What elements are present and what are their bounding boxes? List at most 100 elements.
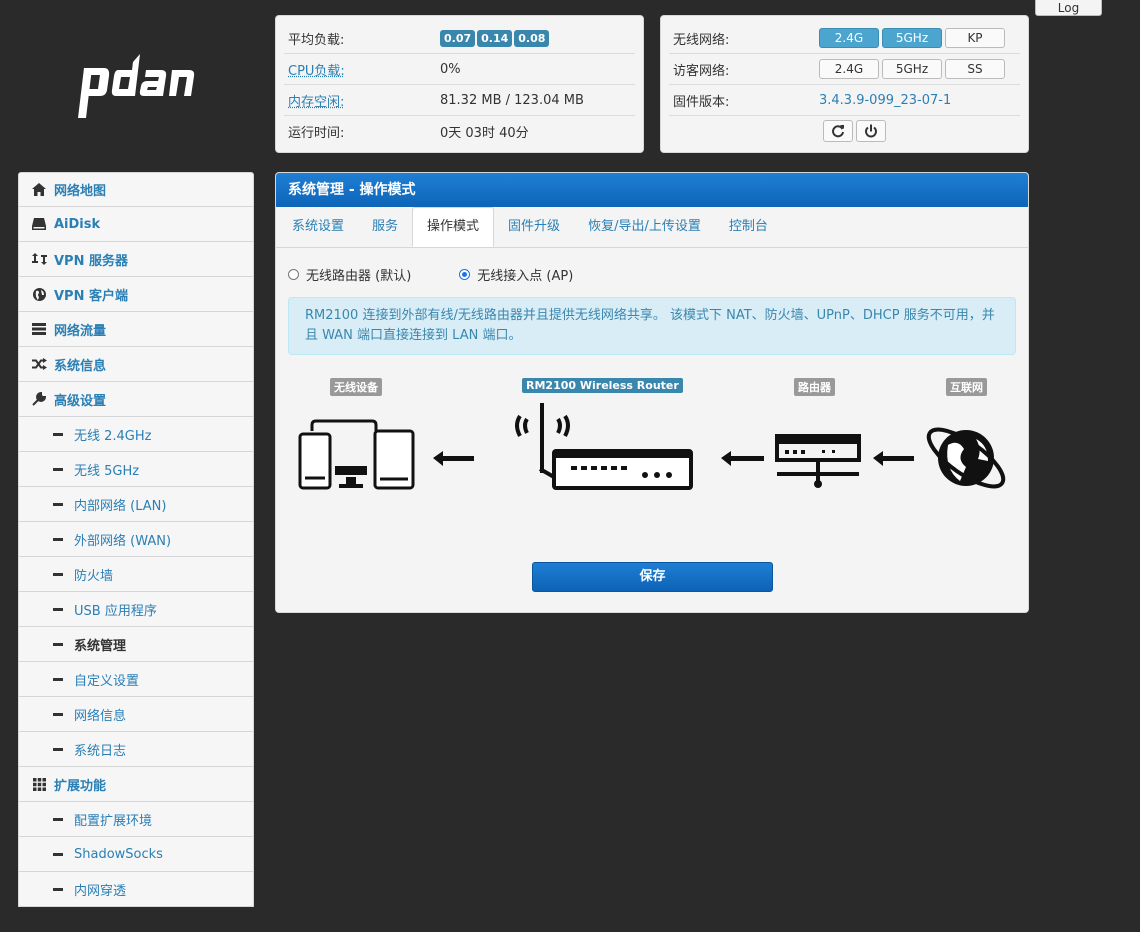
sidebar-subitem-wireless-5g[interactable]: 无线 5GHz [18,452,254,487]
wireless-row: 无线网络: 2.4G 5GHz KP [669,23,1020,54]
cpu-load-value: 0% [440,61,461,77]
tab-operation-mode[interactable]: 操作模式 [412,207,495,247]
firmware-version-link[interactable]: 3.4.3.9-099_23-07-1 [819,93,951,108]
sidebar-subitem-label: 无线 5GHz [74,463,140,479]
sidebar-subitem-wireless-24g[interactable]: 无线 2.4GHz [18,417,254,452]
cpu-load-link[interactable]: CPU负载: [284,60,440,79]
sidebar-subitem-label: 系统日志 [74,743,127,759]
tasks-icon [31,322,47,336]
guest-row: 访客网络: 2.4G 5GHz SS [669,54,1020,85]
action-row [669,116,1020,146]
sidebar-subitem-label: USB 应用程序 [74,603,157,619]
sidebar-item-aidisk[interactable]: AiDisk [18,207,254,242]
dash-icon [53,642,63,646]
sidebar-item-system-info[interactable]: 系统信息 [18,347,254,382]
memory-row: 内存空闲: 81.32 MB / 123.04 MB [284,85,635,116]
sidebar-item-label: 网络地图 [54,184,107,199]
internet-globe-icon [926,427,1006,489]
power-icon [865,124,877,137]
log-button[interactable]: Log [1035,0,1102,16]
sidebar-item-vpn-server[interactable]: VPN 服务器 [18,242,254,277]
uptime-value: 0天 03时 40分 [440,125,529,141]
sidebar-subitem-firewall[interactable]: 防火墙 [18,557,254,592]
mode-router-option[interactable]: 无线路由器 (默认) [288,265,411,284]
sidebar-item-vpn-client[interactable]: VPN 客户端 [18,277,254,312]
sidebar-subitem-label: 内部网络 (LAN) [74,498,167,514]
wireless-label: 无线网络: [673,32,730,48]
th-icon [31,777,47,791]
sidebar-subitem-label: 配置扩展环境 [74,813,153,829]
sidebar-subitem-usb-apps[interactable]: USB 应用程序 [18,592,254,627]
sidebar-subitem-system-log[interactable]: 系统日志 [18,732,254,767]
power-button[interactable] [856,120,886,142]
sidebar-subitem-lan[interactable]: 内部网络 (LAN) [18,487,254,522]
cpu-row: CPU负载: 0% [284,54,635,85]
mode-info-alert: RM2100 连接到外部有线/无线路由器并且提供无线网络共享。 该模式下 NAT… [288,297,1016,355]
save-button[interactable]: 保存 [532,562,773,592]
memory-free-link[interactable]: 内存空闲: [284,91,440,110]
sidebar-subitem-label: 无线 2.4GHz [74,428,152,444]
tab-restore-export[interactable]: 恢复/导出/上传设置 [574,207,715,247]
wireless-kp-button[interactable]: KP [945,28,1005,48]
load-badge-2: 0.14 [477,29,513,47]
padavan-logo [78,54,195,118]
mode-ap-label: 无线接入点 (AP) [477,269,574,284]
wireless-24g-button[interactable]: 2.4G [819,28,879,48]
load-row: 平均负载: 0.07 0.14 0.08 [284,23,635,54]
router-icon [775,434,861,488]
refresh-button[interactable] [823,120,853,142]
sidebar-item-network-map[interactable]: 网络地图 [18,172,254,207]
random-icon [31,357,47,371]
load-label: 平均负载: [288,32,345,48]
mode-ap-option[interactable]: 无线接入点 (AP) [459,265,573,284]
sidebar-subitem-nat-traversal[interactable]: 内网穿透 [18,872,254,907]
sidebar-subitem-label: 网络信息 [74,708,127,724]
sidebar-item-label: VPN 服务器 [54,253,128,269]
sidebar-subitem-wan[interactable]: 外部网络 (WAN) [18,522,254,557]
dash-icon [53,537,63,541]
tab-system-settings[interactable]: 系统设置 [278,207,358,247]
sidebar-subitem-config-extensions[interactable]: 配置扩展环境 [18,802,254,837]
arrow-left-icon [873,451,914,466]
guest-label: 访客网络: [673,63,730,79]
system-status-panel: 平均负载: 0.07 0.14 0.08 CPU负载: 0% 内存空闲: 81.32… [275,15,644,153]
sidebar-item-label: 扩展功能 [54,778,107,794]
tab-services[interactable]: 服务 [358,207,412,247]
sidebar-subitem-label: 系统管理 [74,638,127,654]
memory-free-value: 81.32 MB / 123.04 MB [440,92,584,108]
sidebar-subitem-system-admin[interactable]: 系统管理 [18,627,254,662]
guest-5ghz-button[interactable]: 5GHz [882,59,942,79]
mode-ap-radio[interactable] [459,269,471,280]
sidebar-subitem-shadowsocks[interactable]: ShadowSocks [18,837,254,872]
sidebar-item-label: 网络流量 [54,323,107,339]
dash-icon [53,887,63,891]
dash-icon [53,677,63,681]
sidebar-item-extensions[interactable]: 扩展功能 [18,767,254,802]
firmware-label: 固件版本: [673,94,730,110]
wireless-5ghz-button[interactable]: 5GHz [882,28,942,48]
sidebar-item-label: 系统信息 [54,358,107,374]
dash-icon [53,852,63,856]
wireless-router-icon [515,403,693,490]
page-title: 系统管理 - 操作模式 [276,173,1028,207]
load-badge-3: 0.08 [514,29,550,47]
dash-icon [53,502,63,506]
sidebar-subitem-network-info[interactable]: 网络信息 [18,697,254,732]
sidebar-subitem-custom-settings[interactable]: 自定义设置 [18,662,254,697]
guest-ss-button[interactable]: SS [945,59,1005,79]
sidebar-item-advanced[interactable]: 高级设置 [18,382,254,417]
tab-console[interactable]: 控制台 [715,207,782,247]
main-panel: 系统管理 - 操作模式 系统设置 服务 操作模式 固件升级 恢复/导出/上传设置… [275,172,1029,613]
tab-firmware-upgrade[interactable]: 固件升级 [494,207,574,247]
sidebar-item-label: AiDisk [54,216,101,232]
network-diagram: 无线设备 RM2100 Wireless Router 路由器 互联网 [276,373,1028,503]
sidebar-item-label: 高级设置 [54,393,107,409]
guest-24g-button[interactable]: 2.4G [819,59,879,79]
sidebar-subitem-label: 防火墙 [74,568,114,584]
refresh-icon [832,124,844,137]
dash-icon [53,747,63,751]
sidebar-item-network-traffic[interactable]: 网络流量 [18,312,254,347]
media-box-icon [335,466,367,475]
arrow-left-icon [433,451,474,466]
mode-router-radio[interactable] [288,269,299,280]
